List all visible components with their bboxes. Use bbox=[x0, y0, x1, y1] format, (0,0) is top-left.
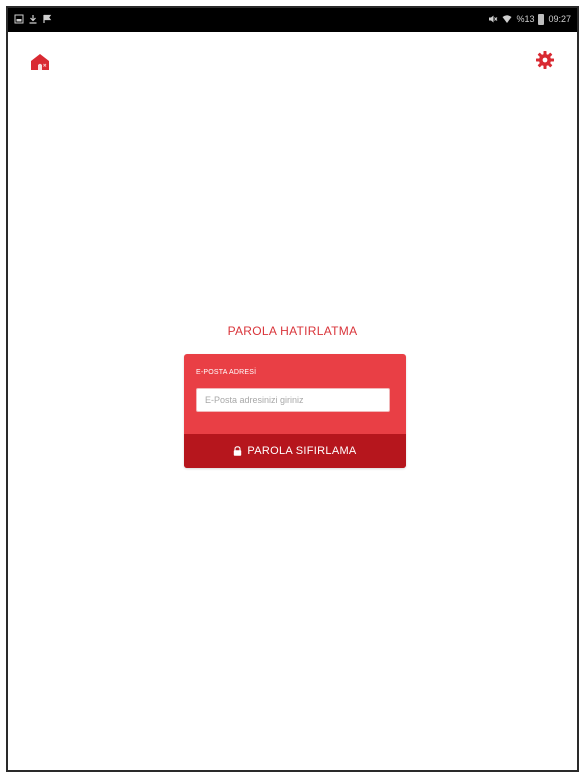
battery-percentage: %13 bbox=[516, 14, 535, 24]
gallery-notification-icon bbox=[14, 14, 24, 24]
password-reset-button-label: PAROLA SIFIRLAMA bbox=[247, 445, 357, 457]
gear-icon bbox=[536, 51, 554, 69]
status-right-icons: %13 09:27 bbox=[488, 13, 571, 25]
home-button[interactable] bbox=[30, 52, 50, 72]
flag-notification-icon bbox=[43, 14, 52, 23]
mute-icon bbox=[489, 15, 498, 23]
email-input[interactable] bbox=[196, 388, 390, 412]
battery-icon bbox=[538, 13, 545, 25]
password-reset-card: E-POSTA ADRESİ PAROLA SIFIRLAMA bbox=[184, 354, 406, 468]
password-reset-button[interactable]: PAROLA SIFIRLAMA bbox=[184, 434, 406, 468]
download-notification-icon bbox=[29, 15, 37, 24]
page-title: PAROLA HATIRLATMA bbox=[227, 324, 358, 338]
wifi-icon bbox=[502, 15, 512, 23]
status-left-icons bbox=[14, 14, 52, 24]
settings-button[interactable] bbox=[535, 50, 555, 70]
lock-icon bbox=[234, 446, 242, 456]
status-clock: 09:27 bbox=[548, 14, 571, 24]
status-bar: %13 09:27 bbox=[8, 8, 577, 32]
home-icon bbox=[31, 54, 49, 70]
email-label: E-POSTA ADRESİ bbox=[196, 369, 257, 376]
device-frame: %13 09:27 PAROLA HATIRLATMA E-POSTA ADRE… bbox=[6, 6, 579, 772]
